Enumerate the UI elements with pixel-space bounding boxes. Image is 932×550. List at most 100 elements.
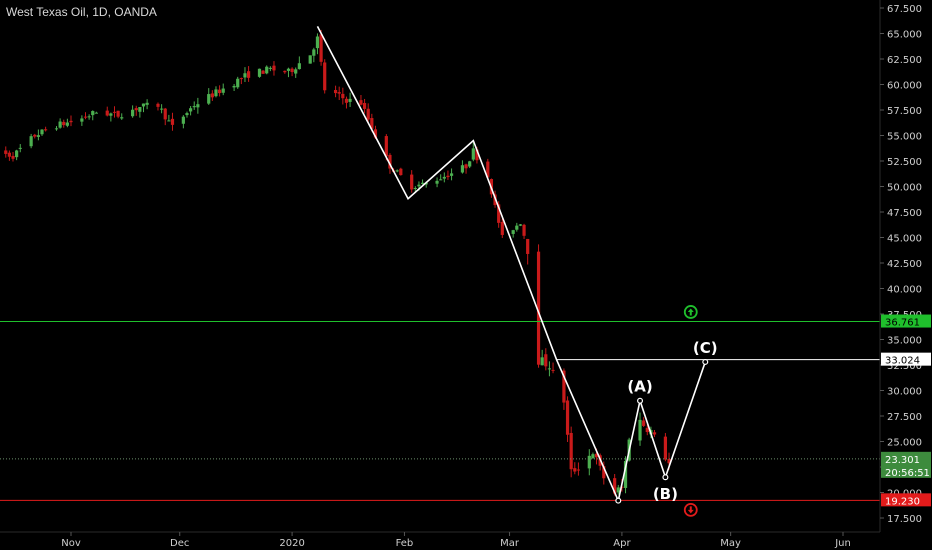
candle-body (551, 369, 555, 371)
candle-body (232, 85, 236, 88)
candle-body (214, 89, 218, 97)
candle-body (449, 173, 454, 176)
candle-body (435, 180, 439, 184)
candle-body (413, 188, 417, 190)
y-tick-label: 52.500 (887, 157, 922, 168)
y-tick-label: 60.000 (887, 81, 922, 92)
candle-body (207, 94, 211, 104)
wave-vertex-dot (702, 358, 709, 365)
candle-body (265, 66, 269, 74)
candle-body (192, 106, 196, 108)
candle-body (522, 224, 526, 236)
candle-body (286, 68, 291, 71)
candle-body (87, 116, 91, 118)
candle-body (587, 455, 591, 469)
candle-body (312, 49, 316, 56)
candle-body (18, 147, 22, 149)
target-price-badge: 33.024 (885, 356, 920, 367)
candle-body (40, 129, 44, 135)
candle-body (156, 103, 160, 107)
candle-body (544, 354, 548, 367)
candle-body (44, 129, 48, 131)
candle-body (319, 34, 323, 62)
candle-body (547, 368, 552, 370)
y-tick-label: 65.000 (887, 30, 922, 41)
candle-body (80, 118, 84, 122)
candle-body (362, 102, 367, 109)
y-tick-label: 30.000 (887, 387, 922, 398)
candle-body (500, 221, 504, 235)
x-tick-label: Feb (396, 538, 414, 549)
candle-body (91, 111, 95, 116)
candle-body (410, 174, 414, 190)
candle-body (642, 420, 646, 426)
candle-body (565, 400, 570, 435)
resistance-price-badge: 36.761 (885, 318, 920, 329)
support-price-badge: 19.230 (885, 496, 920, 507)
candle-body (333, 89, 338, 94)
wave-label: (C) (693, 339, 718, 357)
candle-body (65, 122, 69, 126)
candle-body (170, 118, 175, 125)
current-price-badge: 23.301 (885, 455, 920, 466)
candle-body (591, 454, 595, 459)
candle-body (460, 165, 465, 173)
candle-body (464, 164, 468, 169)
candle-body (283, 70, 287, 73)
candle-body (366, 108, 370, 120)
x-tick-label: Dec (170, 538, 189, 549)
candle-body (236, 78, 240, 88)
y-tick-label: 17.500 (887, 514, 922, 525)
candle-body (573, 468, 577, 472)
candle-body (33, 134, 37, 137)
candle-body (120, 117, 124, 119)
candle-body (511, 230, 515, 234)
candle-body (446, 175, 450, 178)
wave-label: (A) (627, 378, 652, 396)
candle-body (138, 107, 142, 112)
candle-body (4, 150, 8, 154)
candle-body (160, 108, 164, 110)
candle-body (341, 93, 345, 99)
candle-body (515, 225, 519, 230)
candle-body (36, 135, 40, 137)
candle-body (518, 224, 523, 226)
candle-body (417, 184, 421, 187)
candle-body (15, 150, 19, 158)
candle-body (663, 436, 668, 460)
candle-body (58, 121, 62, 128)
candle-body (540, 357, 544, 366)
candle-body (105, 110, 109, 116)
candle-body (526, 238, 530, 254)
candle-body (134, 108, 138, 111)
candle-body (116, 110, 120, 117)
candle-body (189, 108, 193, 112)
candle-body (272, 65, 276, 71)
candle-body (468, 161, 472, 167)
wave-vertex-dot (662, 474, 669, 481)
price-chart[interactable]: (A) (B) (C) 67.500 65.000 62.500 60.000 57.500 5… (0, 0, 932, 550)
x-tick-label: Apr (613, 538, 631, 549)
candle-body (268, 67, 272, 69)
candle-body (439, 179, 443, 181)
x-tick-label: May (720, 538, 741, 549)
x-tick-label: Jun (834, 538, 851, 549)
candle-body (243, 73, 247, 78)
candle-body (109, 113, 113, 116)
chart-background (0, 0, 932, 550)
candle-body (638, 419, 642, 441)
candle-body (344, 98, 349, 103)
candle-body (239, 78, 243, 80)
candle-body (337, 92, 341, 94)
candle-body (652, 432, 657, 435)
candle-body (384, 136, 388, 157)
y-tick-label: 42.500 (887, 259, 922, 270)
candle-body (62, 121, 66, 126)
candle-body (315, 36, 320, 49)
candle-body (141, 103, 146, 107)
candle-body (112, 111, 117, 113)
y-tick-label: 62.500 (887, 55, 922, 66)
candle-body (69, 120, 73, 123)
candle-body (246, 71, 251, 78)
candle-body (261, 70, 265, 74)
